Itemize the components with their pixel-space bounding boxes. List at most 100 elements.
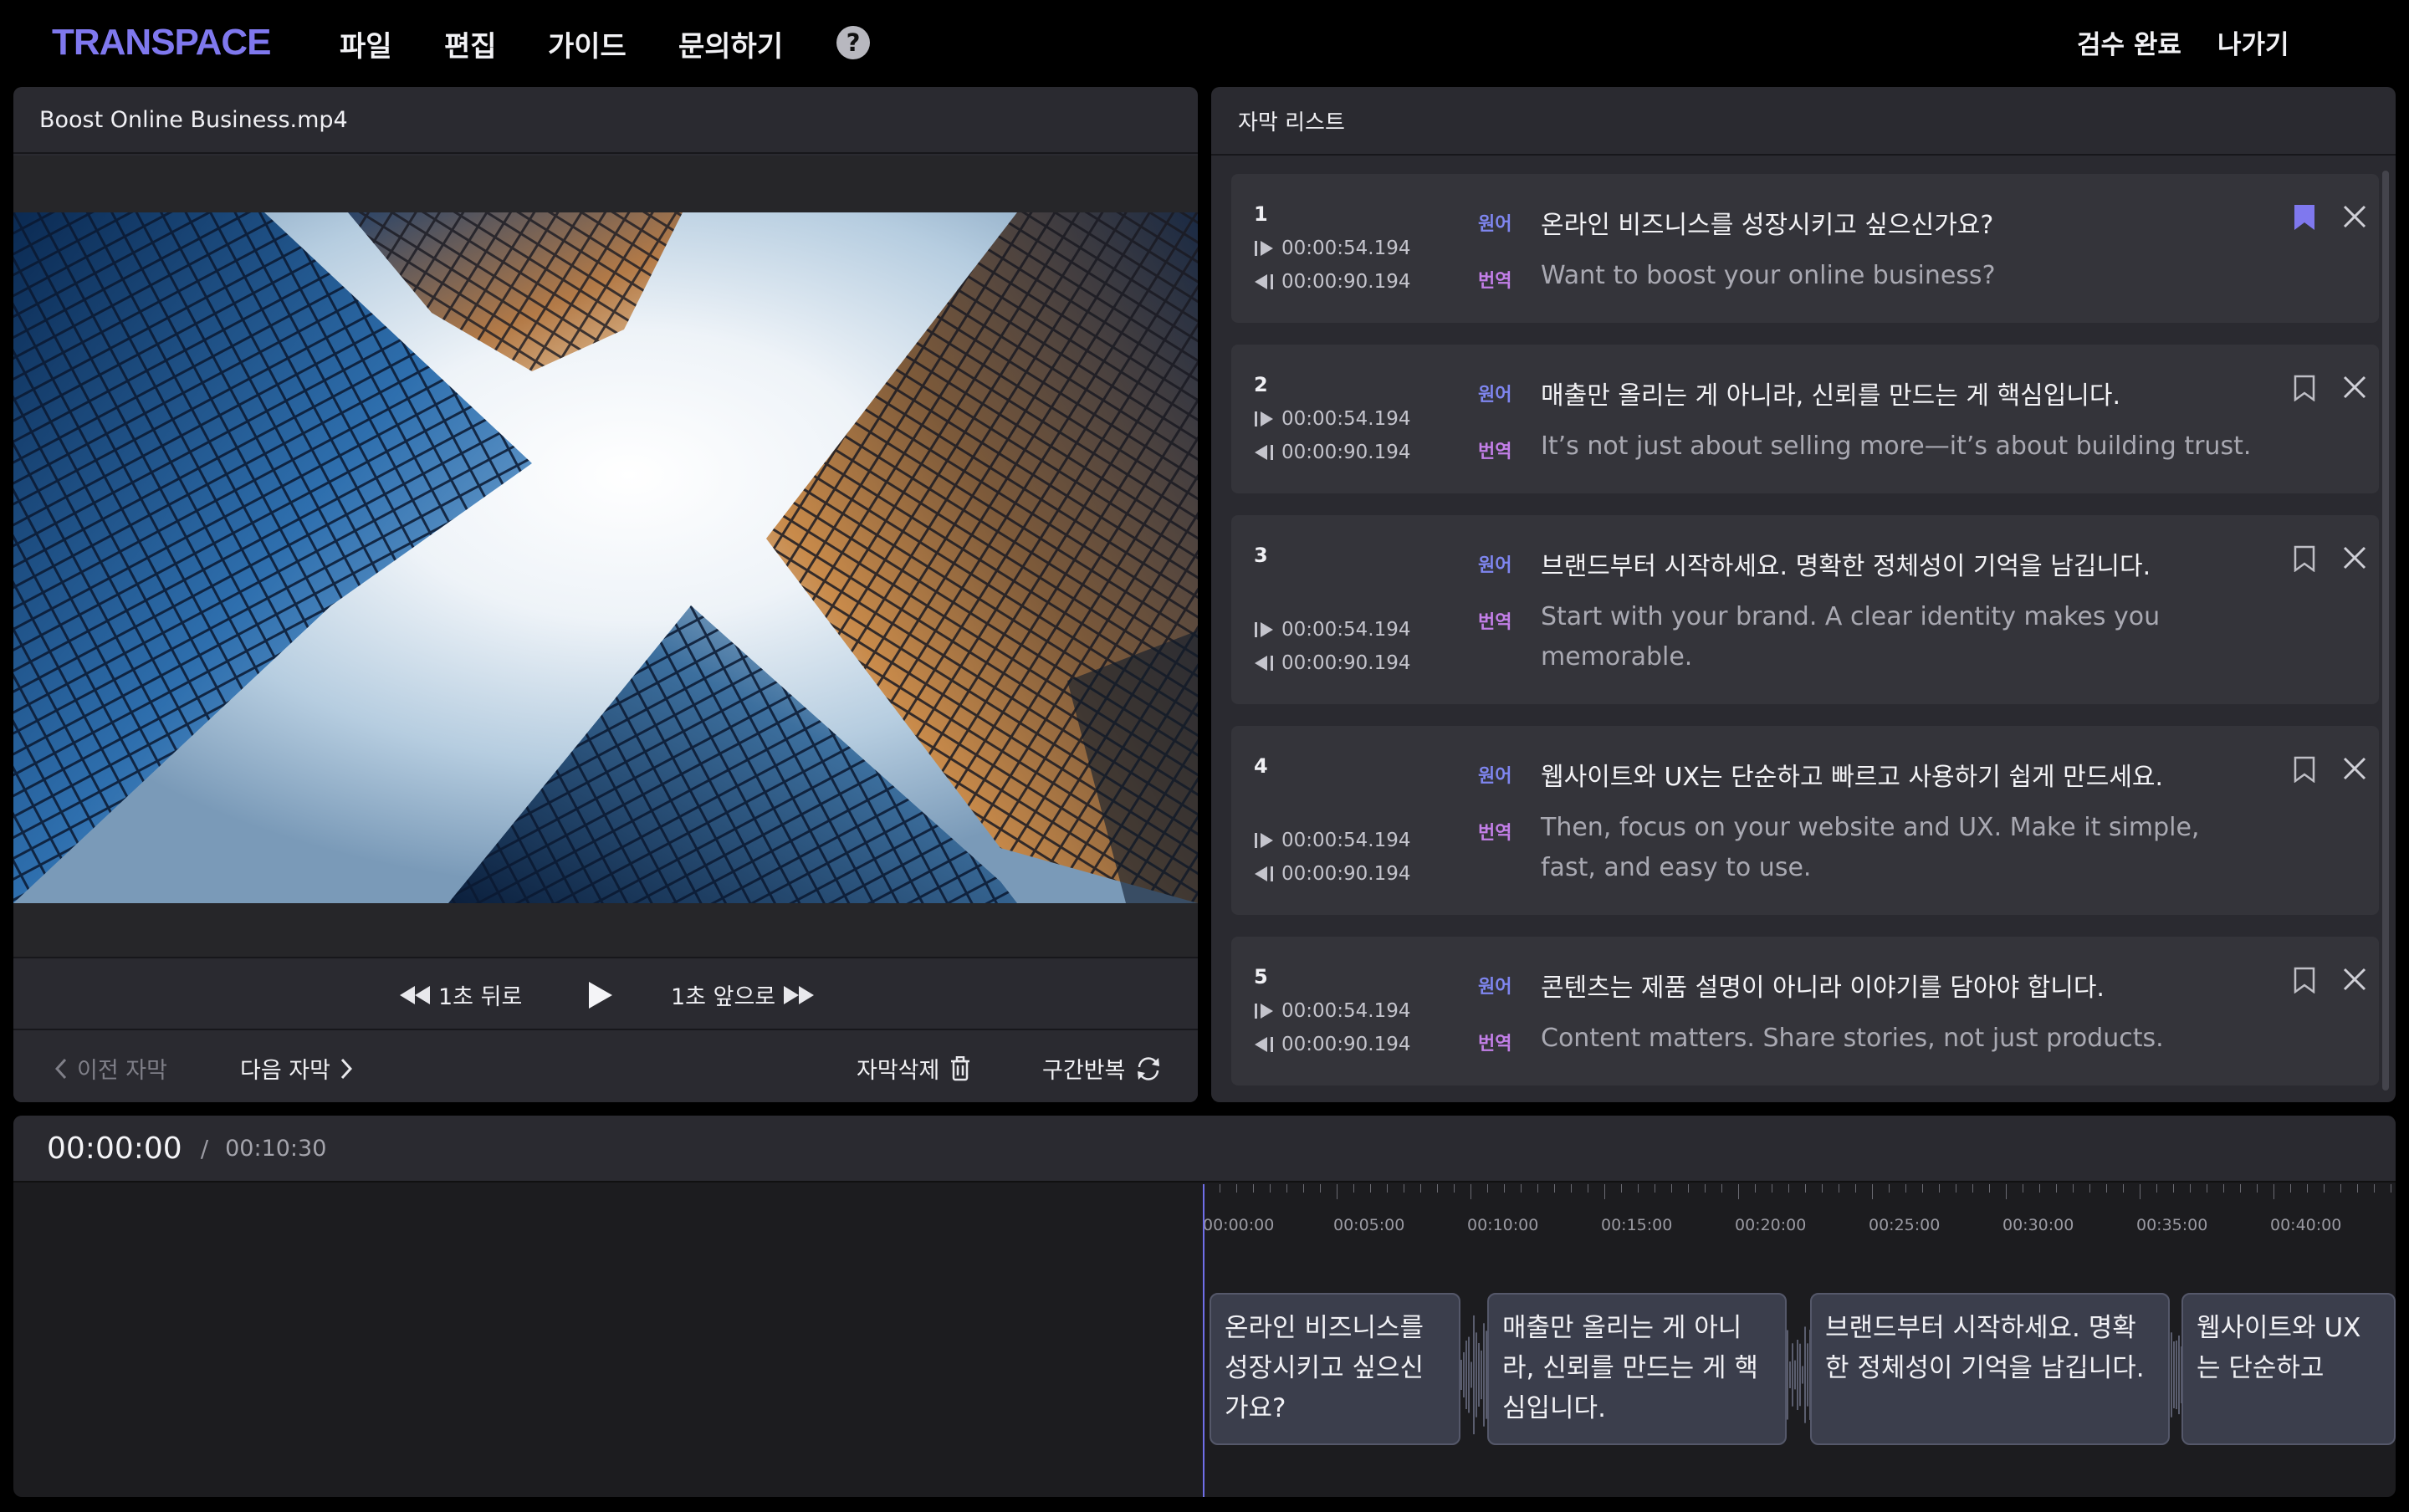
review-done-button[interactable]: 검수 완료	[2077, 23, 2181, 61]
next-subtitle-button[interactable]: 다음 자막	[240, 1052, 352, 1085]
bookmark-icon[interactable]	[2294, 375, 2315, 401]
delete-subtitle-button[interactable]: 자막삭제	[857, 1052, 971, 1085]
timeline-tick	[1437, 1184, 1438, 1193]
timeline-tick	[1537, 1184, 1538, 1193]
video-thumbnail-image	[13, 212, 1198, 903]
waveform-bar	[1789, 1361, 1791, 1388]
close-icon[interactable]	[2342, 204, 2367, 229]
subtitle-card[interactable]: 2 00:00:54.194 00:00:90.194 원어 매출만 올리는 게…	[1231, 345, 2379, 493]
end-time-value: 00:00:90.194	[1281, 271, 1411, 293]
time-separator: /	[200, 1134, 209, 1162]
bookmark-icon[interactable]	[2294, 756, 2315, 783]
next-subtitle-label: 다음 자막	[240, 1058, 330, 1084]
source-text[interactable]: 매출만 올리는 게 아니라, 신뢰를 만드는 게 핵심입니다.	[1541, 375, 2120, 411]
source-text[interactable]: 웹사이트와 UX는 단순하고 빠르고 사용하기 쉽게 만드세요.	[1541, 756, 2163, 793]
close-icon[interactable]	[2342, 967, 2367, 992]
timeline-tick	[1905, 1184, 1906, 1193]
subtitle-start-time[interactable]: 00:00:54.194	[1255, 1000, 1411, 1022]
translation-text[interactable]: Want to boost your online business?	[1541, 256, 2252, 296]
timeline-ruler[interactable]: 00:00:00 00:05:00 00:10:00 00:15:00 00:20:00…	[1203, 1184, 2396, 1234]
trash-icon	[951, 1055, 970, 1080]
translation-text[interactable]: It’s not just about selling more—it’s ab…	[1541, 427, 2252, 467]
bookmark-icon[interactable]	[2294, 967, 2315, 994]
seek-back-button[interactable]: 1초 뒤로	[400, 978, 522, 1011]
timeline-tick	[1755, 1184, 1756, 1193]
subtitle-card[interactable]: 1 00:00:54.194 00:00:90.194 원어 온라인 비즈니스를…	[1231, 174, 2379, 323]
help-icon[interactable]: ?	[836, 26, 870, 59]
play-button[interactable]	[589, 982, 612, 1012]
subtitle-end-time[interactable]: 00:00:90.194	[1255, 271, 1411, 293]
end-time-value: 00:00:90.194	[1281, 863, 1411, 885]
timeline-tick	[2056, 1184, 2057, 1193]
menu-guide[interactable]: 가이드	[548, 23, 627, 64]
subtitle-start-time[interactable]: 00:00:54.194	[1255, 408, 1411, 430]
subtitle-card[interactable]: 3 00:00:54.194 00:00:90.194 원어 브랜드부터 시작하…	[1231, 515, 2379, 704]
subtitle-end-time[interactable]: 00:00:90.194	[1255, 1034, 1411, 1055]
subtitle-list-scrollbar[interactable]	[2382, 171, 2389, 1091]
close-icon[interactable]	[2342, 545, 2367, 570]
timeline-tick	[1621, 1184, 1622, 1193]
subtitle-start-time[interactable]: 00:00:54.194	[1255, 619, 1411, 641]
timeline-tick	[2190, 1184, 2191, 1193]
timeline-tick	[1504, 1184, 1505, 1193]
timeline-tick	[1855, 1184, 1856, 1193]
subtitle-index: 1	[1254, 202, 1268, 226]
seek-forward-button[interactable]: 1초 앞으로	[671, 978, 815, 1011]
timeline-tick	[1303, 1184, 1304, 1193]
start-time-value: 00:00:54.194	[1281, 619, 1411, 641]
timeline-segment[interactable]: 매출만 올리는 게 아니라, 신뢰를 만드는 게 핵심입니다.	[1487, 1293, 1787, 1445]
playhead[interactable]	[1203, 1184, 1204, 1497]
end-time-icon	[1255, 445, 1273, 460]
close-icon[interactable]	[2342, 756, 2367, 781]
timeline-tick	[2123, 1184, 2124, 1193]
timeline-segment[interactable]: 웹사이트와 UX는 단순하고	[2181, 1293, 2396, 1445]
delete-subtitle-label: 자막삭제	[857, 1058, 940, 1084]
translation-text[interactable]: Start with your brand. A clear identity …	[1541, 597, 2252, 677]
source-tag: 원어	[1478, 977, 1512, 998]
translation-tag: 번역	[1478, 271, 1512, 292]
close-icon[interactable]	[2342, 375, 2367, 400]
subtitle-start-time[interactable]: 00:00:54.194	[1255, 238, 1411, 259]
timeline-segment[interactable]: 온라인 비즈니스를 성장시키고 싶으신가요?	[1210, 1293, 1460, 1445]
prev-subtitle-button[interactable]: 이전 자막	[55, 1052, 167, 1085]
timeline-tick	[2273, 1184, 2274, 1199]
translation-tag: 번역	[1478, 612, 1512, 633]
end-time-icon	[1255, 1037, 1273, 1052]
subtitle-card[interactable]: 5 00:00:54.194 00:00:90.194 원어 콘텐츠는 제품 설…	[1231, 937, 2379, 1085]
menu-contact[interactable]: 문의하기	[678, 23, 783, 64]
waveform-bar	[2173, 1341, 2175, 1408]
timeline-tick	[1521, 1184, 1522, 1193]
menu-edit[interactable]: 편집	[444, 23, 497, 64]
video-panel: Boost Online Business.mp4 1초 뒤로 1초 앞으로 이…	[13, 87, 1198, 1102]
subtitle-end-time[interactable]: 00:00:90.194	[1255, 863, 1411, 885]
translation-text[interactable]: Content matters. Share stories, not just…	[1541, 1019, 2252, 1059]
source-text[interactable]: 브랜드부터 시작하세요. 명확한 정체성이 기억을 남깁니다.	[1541, 545, 2151, 582]
loop-section-button[interactable]: 구간반복	[1042, 1052, 1162, 1085]
start-time-icon	[1255, 833, 1273, 848]
source-text[interactable]: 온라인 비즈니스를 성장시키고 싶으신가요?	[1541, 204, 1993, 241]
source-text[interactable]: 콘텐츠는 제품 설명이 아니라 이야기를 담아야 합니다.	[1541, 967, 2105, 1004]
waveform-bar	[1463, 1351, 1465, 1398]
timeline-segment[interactable]: 브랜드부터 시작하세요. 명확한 정체성이 기억을 남깁니다.	[1810, 1293, 2170, 1445]
subtitle-card[interactable]: 4 00:00:54.194 00:00:90.194 원어 웹사이트와 UX는…	[1231, 726, 2379, 915]
bookmark-filled-icon[interactable]	[2294, 204, 2315, 231]
subtitle-end-time[interactable]: 00:00:90.194	[1255, 652, 1411, 674]
timeline-tick	[1972, 1184, 1973, 1193]
start-time-value: 00:00:54.194	[1281, 408, 1411, 430]
seek-back-label: 1초 뒤로	[438, 984, 523, 1010]
exit-button[interactable]: 나가기	[2217, 23, 2289, 61]
timeline-tick	[1454, 1184, 1455, 1193]
end-time-icon	[1255, 274, 1273, 289]
menu-file[interactable]: 파일	[340, 23, 392, 64]
translation-text[interactable]: Then, focus on your website and UX. Make…	[1541, 808, 2252, 888]
bookmark-icon[interactable]	[2294, 545, 2315, 572]
timeline-tick	[2156, 1184, 2157, 1193]
video-frame[interactable]	[13, 212, 1198, 903]
video-player[interactable]	[13, 156, 1198, 957]
timeline-tick-label: 00:25:00	[1869, 1216, 1941, 1234]
subtitle-start-time[interactable]: 00:00:54.194	[1255, 830, 1411, 851]
start-time-value: 00:00:54.194	[1281, 830, 1411, 851]
timeline-tick	[2374, 1184, 2375, 1193]
subtitle-end-time[interactable]: 00:00:90.194	[1255, 442, 1411, 463]
start-time-value: 00:00:54.194	[1281, 1000, 1411, 1022]
